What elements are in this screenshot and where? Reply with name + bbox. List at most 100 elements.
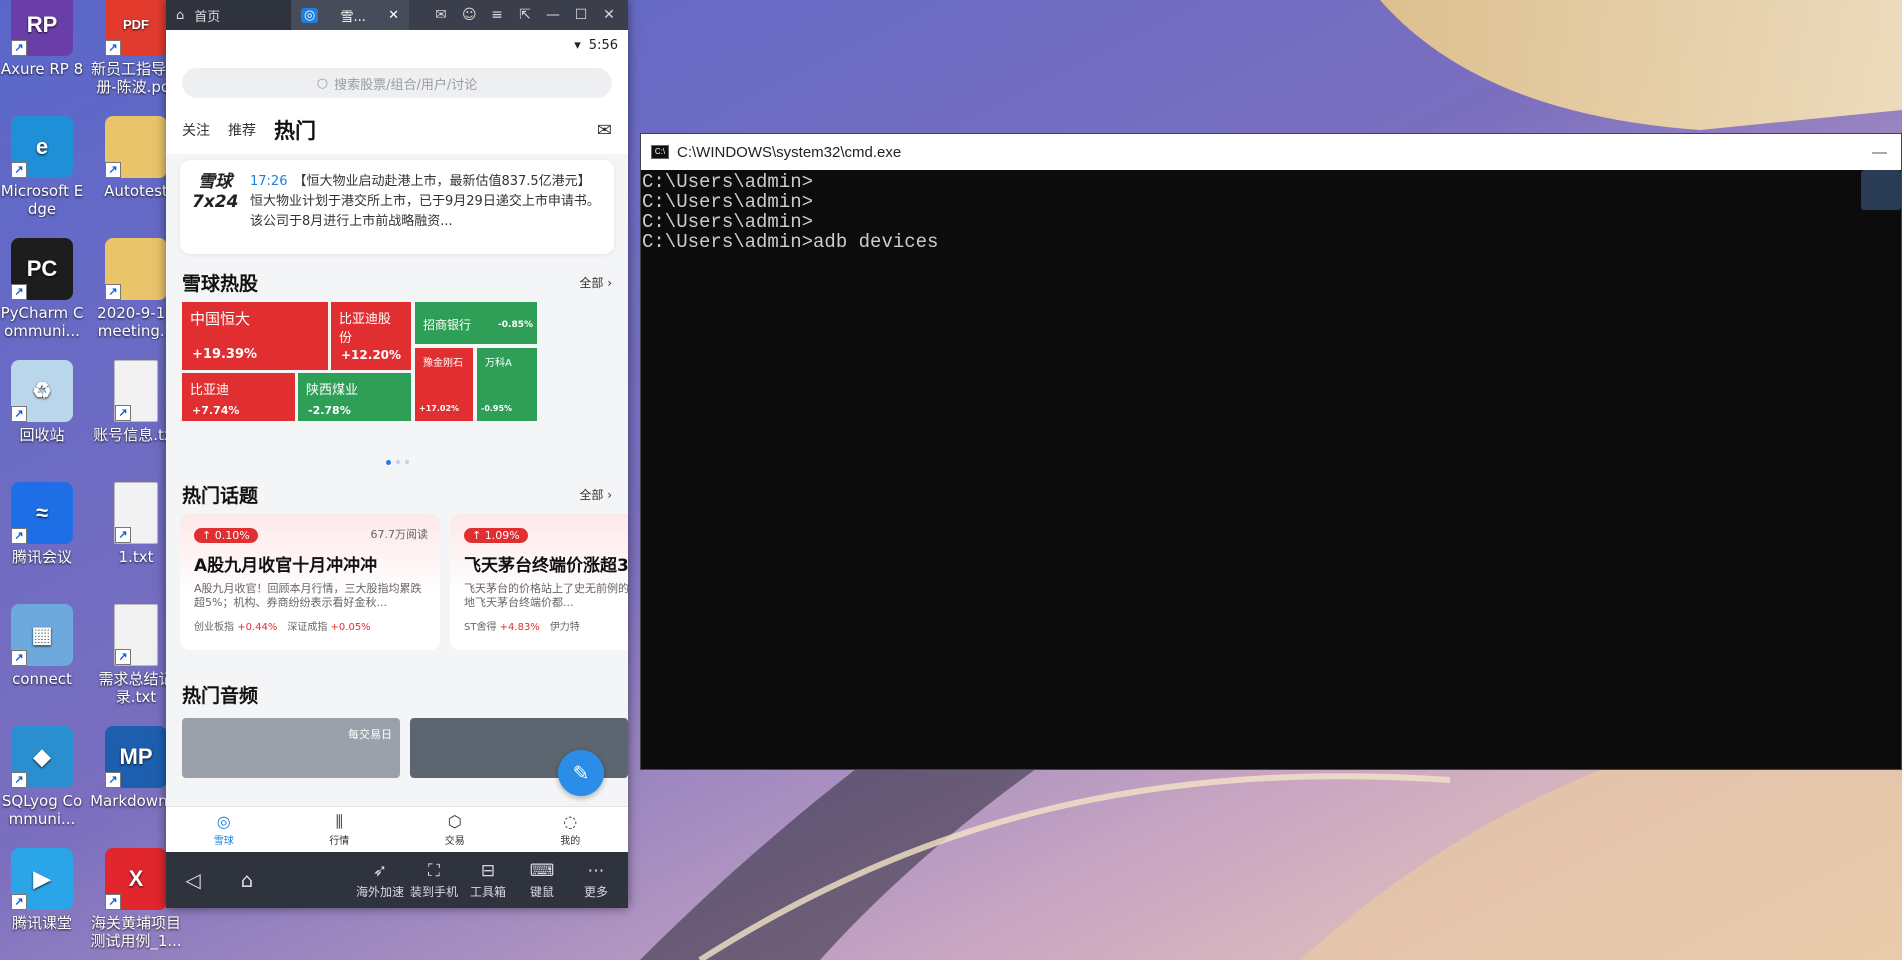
topic-card[interactable]: ↑ 1.09% 58 飞天茅台终端价涨超30 飞天茅台的价格站上了史无前例的全国… [450, 514, 628, 650]
shortcut-arrow-icon: ↗ [105, 284, 121, 300]
cmd-titlebar[interactable]: C:\ C:\WINDOWS\system32\cmd.exe — [641, 134, 1901, 170]
back-icon[interactable]: ◁ [166, 868, 220, 892]
tencent-classroom-icon: ▶ ↗ [11, 848, 73, 910]
keyboard-icon: ⌨ [529, 860, 555, 881]
nav-trade[interactable]: ⬡ 交易 [425, 812, 485, 847]
stock-cell[interactable]: 比亚迪股份 +12.20% [331, 302, 411, 370]
close-icon[interactable]: ✕ [602, 7, 616, 23]
rocket-icon: ➶ [372, 860, 388, 881]
topic-title: 飞天茅台终端价涨超30 [464, 556, 628, 576]
news-text: 17:26 【恒大物业启动赴港上市，最新估值837.5亿港元】恒大物业计划于港交所… [250, 172, 602, 234]
topics-carousel: ↑ 0.10% 67.7万阅读 A股九月收官十月冲冲冲 A股九月收官！回顾本月行… [166, 514, 628, 650]
topics-title: 热门话题 [182, 484, 259, 507]
search-bar[interactable]: ○ 搜索股票/组合/用户/讨论 [182, 68, 612, 98]
tool-overseas-accel[interactable]: ➶ 海外加速 [354, 861, 406, 900]
tab-xueqiu[interactable]: ◎ 雪... ✕ [291, 0, 409, 30]
tab-follow[interactable]: 关注 [182, 120, 210, 140]
close-tab-icon[interactable]: ✕ [388, 8, 399, 23]
xmind-icon: X ↗ [105, 848, 167, 910]
stock-cell[interactable]: 陕西煤业 -2.78% [298, 373, 411, 421]
topic-card[interactable]: ↑ 0.10% 67.7万阅读 A股九月收官十月冲冲冲 A股九月收官！回顾本月行… [180, 514, 440, 650]
desktop-icon[interactable]: ▶ ↗ 腾讯课堂 [0, 842, 88, 960]
stock-cell[interactable]: 比亚迪 +7.74% [182, 373, 295, 421]
desktop-icon-label: Axure RP 8 [0, 60, 84, 78]
topic-reads: 67.7万阅读 [370, 528, 429, 541]
tool-keymouse[interactable]: ⌨ 键鼠 [516, 861, 568, 900]
search-icon: ○ [316, 75, 329, 91]
audio-card[interactable]: 每交易日 [182, 718, 400, 778]
message-icon[interactable]: ✉ [597, 120, 612, 141]
shortcut-arrow-icon: ↗ [11, 528, 27, 544]
tool-more[interactable]: ⋯ 更多 [570, 861, 622, 900]
scan-icon: ⛶ [428, 860, 440, 881]
nav-market[interactable]: ⫼ 行情 [309, 812, 369, 847]
desktop-icon[interactable]: e ↗ Microsoft Edge [0, 110, 88, 228]
tab-home[interactable]: ⌂ 首页 [166, 0, 291, 30]
status-time: 5:56 [588, 37, 618, 53]
hot-stocks-all-link[interactable]: 全部 › [579, 274, 612, 291]
minimize-icon[interactable]: — [1872, 144, 1887, 161]
desktop-icon[interactable]: ◆ ↗ SQLyog Communi... [0, 720, 88, 838]
mail-icon[interactable]: ✉ [434, 7, 448, 23]
shortcut-arrow-icon: ↗ [11, 772, 27, 788]
topic-desc: 飞天茅台的价格站上了史无前例的全国范围内多地飞天茅台终端价都... [464, 582, 628, 609]
topic-stocks: ST舍得 +4.83% 伊力特 [464, 622, 580, 633]
news-card[interactable]: 雪球 7x24 17:26 【恒大物业启动赴港上市，最新估值837.5亿港元】恒大… [180, 160, 614, 254]
tab-recommend[interactable]: 推荐 [228, 120, 256, 140]
emulator-toolbar: ◁ ⌂ ➶ 海外加速 ⛶ 装到手机 ⊟ 工具箱 ⌨ 键鼠 ⋯ 更多 [166, 852, 628, 908]
stock-cell[interactable]: 招商银行 -0.85% [415, 302, 537, 344]
desktop-icon[interactable]: RP ↗ Axure RP 8 [0, 0, 88, 106]
shortcut-arrow-icon: ↗ [105, 772, 121, 788]
minimize-icon[interactable]: — [546, 7, 560, 23]
stock-cell[interactable]: 豫金刚石 +17.02% [415, 348, 473, 421]
shortcut-arrow-icon: ↗ [115, 405, 131, 421]
cmd-line: C:\Users\admin> [642, 211, 814, 233]
shortcut-arrow-icon: ↗ [115, 649, 131, 665]
cmd-title: C:\WINDOWS\system32\cmd.exe [677, 143, 902, 161]
chat-icon: ◌ [563, 812, 578, 831]
stock-cell[interactable]: 中国恒大 +19.39% [182, 302, 328, 370]
menu-icon[interactable]: ≡ [490, 7, 504, 23]
emulator-window: ⌂ 首页 ◎ 雪... ✕ ✉ ☺ ≡ ⇱ — ☐ ✕ ▾ 5:56 ○ 搜索股… [166, 0, 628, 908]
desktop-icon-label: 腾讯会议 [11, 548, 72, 566]
nav-mine[interactable]: ◌ 我的 [540, 812, 600, 847]
topic-desc: A股九月收官！回顾本月行情，三大股指均累跌超5%；机构、券商纷纷表示看好金秋..… [194, 582, 422, 609]
tencent-meeting-icon: ≈ ↗ [11, 482, 73, 544]
candlestick-icon: ⫼ [335, 812, 343, 831]
desktop-icon-label: 回收站 [19, 426, 65, 444]
user-icon[interactable]: ☺ [462, 7, 477, 23]
news-logo: 雪球 7x24 [192, 172, 239, 212]
home-icon: ⌂ [176, 7, 185, 23]
phone-screen: ▾ 5:56 ○ 搜索股票/组合/用户/讨论 关注 推荐 热门 ✉ 雪球 7x2… [166, 30, 628, 852]
topic-badge: ↑ 0.10% [194, 528, 258, 543]
home-key-icon[interactable]: ⌂ [220, 868, 274, 892]
desktop-icon[interactable]: ≈ ↗ 腾讯会议 [0, 476, 88, 594]
pencil-icon: ✎ [572, 761, 590, 785]
feed-tabs: 关注 推荐 热门 ✉ [166, 106, 628, 154]
cmd-output[interactable]: C:\Users\admin> C:\Users\admin> C:\Users\a… [641, 170, 1901, 254]
topics-all-link[interactable]: 全部 › [579, 486, 612, 503]
pin-icon[interactable]: ⇱ [518, 7, 532, 23]
cmd-window: C:\ C:\WINDOWS\system32\cmd.exe — C:\Use… [640, 133, 1902, 770]
tool-toolbox[interactable]: ⊟ 工具箱 [462, 861, 514, 900]
tool-install-phone[interactable]: ⛶ 装到手机 [408, 861, 460, 900]
maximize-icon[interactable]: ☐ [574, 7, 588, 23]
shortcut-arrow-icon: ↗ [11, 406, 27, 422]
axure-icon: RP ↗ [11, 0, 73, 56]
floating-widget[interactable] [1861, 170, 1901, 210]
stock-cell[interactable]: 万科A -0.95% [477, 348, 537, 421]
more-icon: ⋯ [587, 860, 605, 881]
nav-xueqiu[interactable]: ◎ 雪球 [194, 812, 254, 847]
desktop-icon[interactable]: PC ↗ PyCharm Communi... [0, 232, 88, 350]
desktop-icon[interactable]: ▦ ↗ connect [0, 598, 88, 716]
shortcut-arrow-icon: ↗ [105, 162, 121, 178]
topic-stocks: 创业板指 +0.44% 深证成指 +0.05% [194, 622, 371, 633]
tab-hot[interactable]: 热门 [274, 115, 316, 145]
desktop-icon[interactable]: ♻ ↗ 回收站 [0, 354, 88, 472]
desktop-icon-label: PyCharm Communi... [0, 304, 84, 340]
search-placeholder: 搜索股票/组合/用户/讨论 [334, 77, 478, 93]
topic-badge: ↑ 1.09% [464, 528, 528, 543]
compose-button[interactable]: ✎ [558, 750, 604, 796]
news-time: 17:26 [250, 174, 288, 189]
shortcut-arrow-icon: ↗ [11, 284, 27, 300]
